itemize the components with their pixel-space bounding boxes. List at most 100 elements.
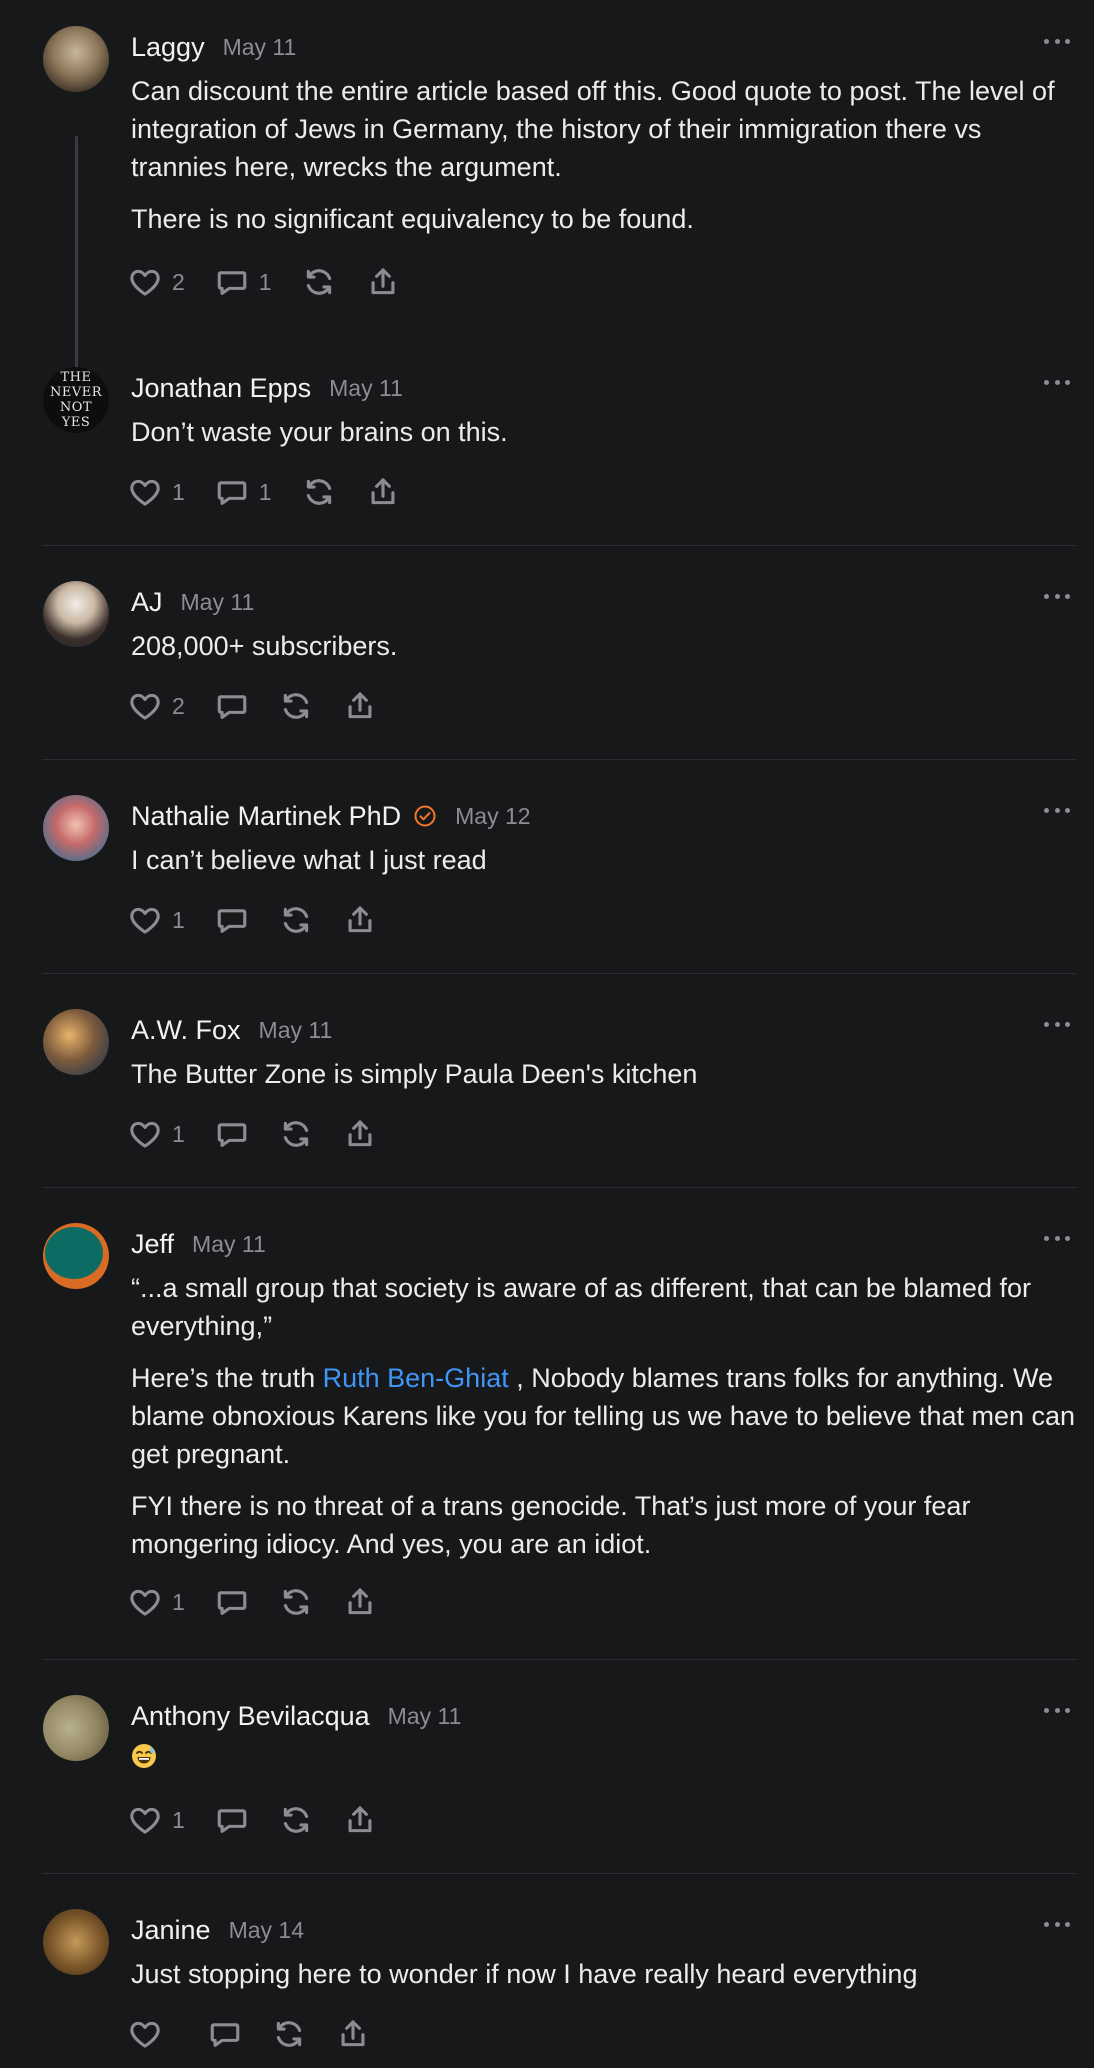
reply-button[interactable]: 1 [215,475,272,509]
comment-body: The Butter Zone is simply Paula Deen's k… [131,1055,1081,1093]
comment-paragraph: FYI there is no threat of a trans genoci… [131,1491,971,1559]
comment-date[interactable]: May 11 [223,34,297,61]
comment-body: Can discount the entire article based of… [131,72,1081,238]
author-name[interactable]: Nathalie Martinek PhD [131,801,401,832]
share-button[interactable] [366,265,400,299]
share-button[interactable] [343,903,377,937]
comment-actions: 1 [128,1800,407,1840]
comment-date[interactable]: May 11 [329,375,403,402]
share-button[interactable] [343,1117,377,1151]
comment-date[interactable]: May 14 [229,1917,304,1944]
more-options-icon[interactable] [1044,1019,1070,1029]
author-name[interactable]: AJ [131,587,163,618]
like-count: 2 [172,692,185,719]
share-button[interactable] [343,1585,377,1619]
comment-divider [42,973,1076,974]
share-button[interactable] [336,2017,370,2051]
author-name[interactable]: A.W. Fox [131,1015,241,1046]
reply-button[interactable] [215,1585,249,1619]
heart-icon [130,1589,160,1616]
avatar[interactable] [43,1909,109,1975]
avatar[interactable] [43,26,109,92]
restack-button[interactable] [279,689,313,723]
restack-button[interactable] [272,2017,306,2051]
comment-divider [42,1873,1076,1874]
comment-bubble-icon [217,1591,247,1615]
comment-actions: 1 [128,1114,407,1154]
comment-paragraph: 208,000+ subscribers. [131,631,398,661]
more-options-icon[interactable] [1044,1919,1070,1929]
like-button[interactable]: 1 [128,1585,185,1619]
reply-button[interactable] [215,1117,249,1151]
comment-actions: 11 [128,472,430,512]
heart-icon [130,1807,160,1834]
restack-button[interactable] [279,1117,313,1151]
comment-paragraph: Can discount the entire article based of… [131,76,1055,182]
comment-bubble-icon [210,2023,240,2047]
more-options-icon[interactable] [1044,377,1070,387]
comment-body: “...a small group that society is aware … [131,1269,1081,1563]
like-button[interactable]: 1 [128,1117,185,1151]
more-options-icon[interactable] [1044,36,1070,46]
share-button[interactable] [366,475,400,509]
comment-divider [42,1659,1076,1660]
like-button[interactable] [128,2017,162,2051]
comment-feed: Laggy May 11 Can discount the entire artic… [0,0,1094,2068]
restack-icon [283,907,308,933]
comment-header: Nathalie Martinek PhD May 12 [131,795,531,837]
avatar[interactable] [43,581,109,647]
like-button[interactable]: 2 [128,265,185,299]
like-button[interactable]: 1 [128,903,185,937]
like-button[interactable]: 1 [128,1803,185,1837]
comment-date[interactable]: May 11 [259,1017,333,1044]
heart-icon [130,269,160,296]
user-mention-link[interactable]: Ruth Ben-Ghiat [323,1363,509,1393]
comment-date[interactable]: May 12 [455,803,530,830]
comment-header: AJ May 11 [131,581,254,623]
share-icon [348,1806,372,1833]
author-name[interactable]: Janine [131,1915,211,1946]
share-button[interactable] [343,689,377,723]
avatar[interactable] [43,1223,109,1289]
verified-check-icon [413,804,437,828]
comment-date[interactable]: May 11 [181,589,255,616]
comment-bubble-icon [217,271,247,295]
avatar[interactable] [43,1695,109,1761]
like-button[interactable]: 1 [128,475,185,509]
restack-button[interactable] [302,475,336,509]
restack-icon [306,479,331,505]
reply-button[interactable] [215,903,249,937]
restack-button[interactable] [302,265,336,299]
avatar[interactable] [43,795,109,861]
more-options-icon[interactable] [1044,1233,1070,1243]
author-name[interactable]: Anthony Bevilacqua [131,1701,370,1732]
comment-actions: 1 [128,900,407,940]
like-count: 1 [172,478,185,505]
comment-body: I can’t believe what I just read [131,841,1081,879]
more-options-icon[interactable] [1044,805,1070,815]
restack-button[interactable] [279,903,313,937]
avatar[interactable] [43,1009,109,1075]
share-icon [348,1120,372,1147]
comment-date[interactable]: May 11 [192,1231,266,1258]
avatar[interactable]: THE NEVER NOT YES [43,367,109,433]
comment-header: Anthony Bevilacqua May 11 [131,1695,461,1737]
reply-button[interactable] [208,2017,242,2051]
reply-button[interactable]: 1 [215,265,272,299]
like-count: 1 [172,1806,185,1833]
author-name[interactable]: Laggy [131,32,205,63]
restack-button[interactable] [279,1585,313,1619]
share-button[interactable] [343,1803,377,1837]
restack-button[interactable] [279,1803,313,1837]
more-options-icon[interactable] [1044,591,1070,601]
share-icon [348,1588,372,1615]
restack-icon [283,1121,308,1147]
author-name[interactable]: Jonathan Epps [131,373,311,404]
share-icon [371,478,395,505]
reply-button[interactable] [215,689,249,723]
comment-date[interactable]: May 11 [388,1703,462,1730]
like-button[interactable]: 2 [128,689,185,723]
more-options-icon[interactable] [1044,1705,1070,1715]
author-name[interactable]: Jeff [131,1229,174,1260]
reply-button[interactable] [215,1803,249,1837]
